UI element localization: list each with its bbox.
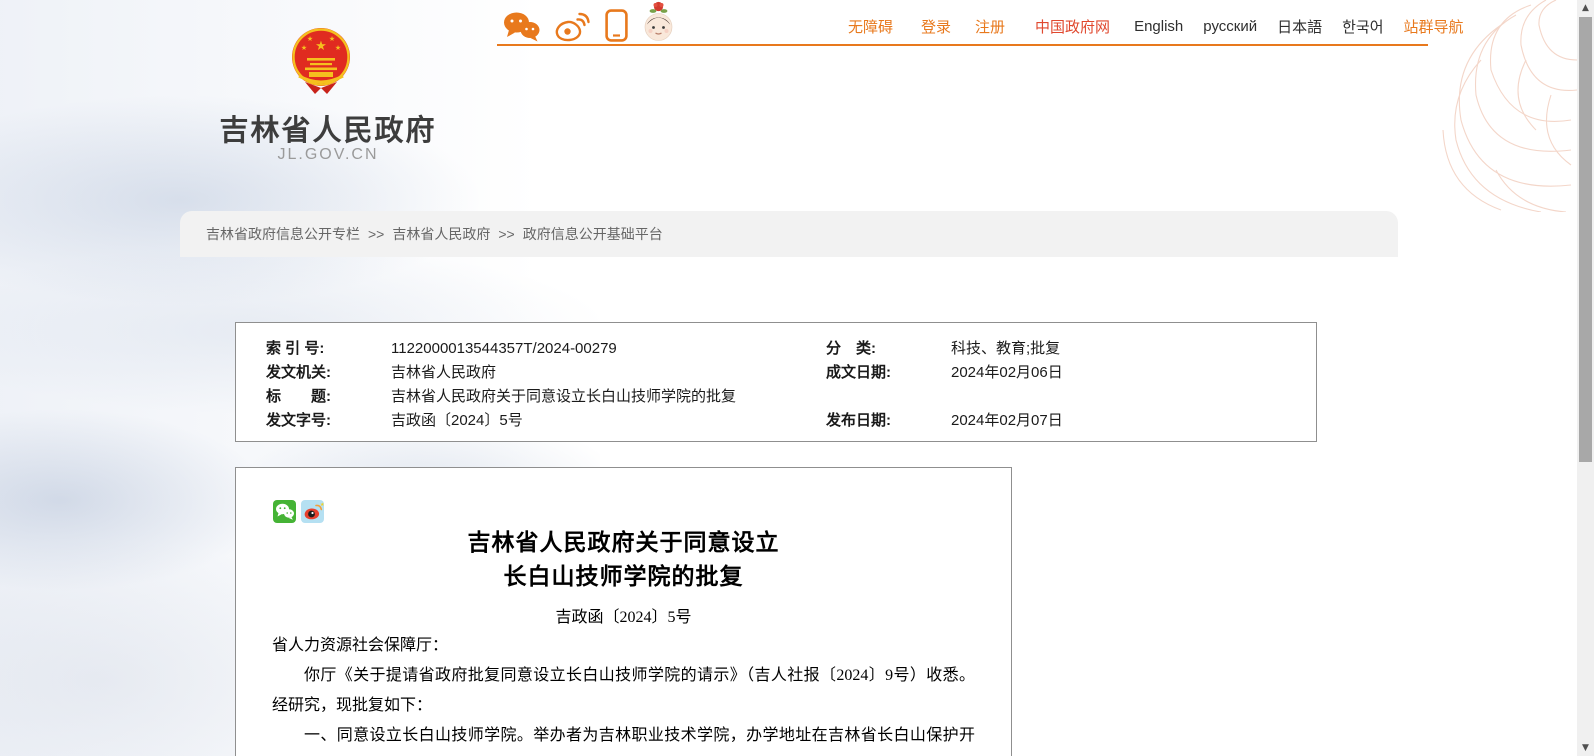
breadcrumb-separator: >> xyxy=(498,226,514,242)
nav-korean[interactable]: 한국어 xyxy=(1342,16,1383,37)
breadcrumb-item-government[interactable]: 吉林省人民政府 xyxy=(392,224,490,244)
svg-text:★: ★ xyxy=(315,38,327,53)
document-paragraph: 一、同意设立长白山技师学院。举办者为吉林职业技术学院，办学地址在吉林省长白山保护… xyxy=(272,721,975,756)
national-emblem-logo[interactable]: ★ ★ ★ ★ ★ xyxy=(289,26,353,98)
nav-russian[interactable]: русский xyxy=(1203,18,1257,35)
nav-japanese[interactable]: 日本語 xyxy=(1277,16,1322,37)
meta-docno-value: 吉政函〔2024〕5号 xyxy=(391,410,523,432)
document-content-box: ★ 吉林省人民政府关于同意设立 长白山技师学院的批复 吉政函〔2024〕5号 省… xyxy=(235,467,1012,756)
meta-agency-value: 吉林省人民政府 xyxy=(391,362,496,384)
nav-login[interactable]: 登录 xyxy=(921,16,951,37)
svg-text:★: ★ xyxy=(307,35,313,43)
svg-text:★: ★ xyxy=(329,35,335,43)
meta-title-value: 吉林省人民政府关于同意设立长白山技师学院的批复 xyxy=(391,386,736,408)
breadcrumb: 吉林省政府信息公开专栏 >> 吉林省人民政府 >> 政府信息公开基础平台 xyxy=(180,211,1398,257)
wechat-share-icon[interactable] xyxy=(273,500,296,523)
svg-text:★: ★ xyxy=(320,502,324,508)
document-paragraph: 省人力资源社会保障厅： xyxy=(272,631,975,661)
meta-title-label: 标 题: xyxy=(266,386,331,408)
meta-category-label: 分 类: xyxy=(826,338,876,360)
top-nav: 无障碍 登录 注册 中国政府网 English русский 日本語 한국어 … xyxy=(848,16,1408,37)
meta-publish-date-value: 2024年02月07日 xyxy=(951,410,1063,432)
scrollbar-up-arrow[interactable]: ▲ xyxy=(1577,1,1594,15)
meta-index-label: 索 引 号: xyxy=(266,338,324,360)
meta-written-date-label: 成文日期: xyxy=(826,362,891,384)
share-icons: ★ xyxy=(273,500,324,523)
site-domain: JL.GOV.CN xyxy=(208,146,448,164)
header-social-icons xyxy=(503,2,674,42)
nav-accessibility[interactable]: 无障碍 xyxy=(848,16,893,37)
nav-register[interactable]: 注册 xyxy=(975,16,1005,37)
document-paragraph: 你厅《关于提请省政府批复同意设立长白山技师学院的请示》（吉人社报〔2024〕9号… xyxy=(272,661,975,721)
nav-site-navigation[interactable]: 站群导航 xyxy=(1404,16,1464,37)
breadcrumb-item-opengov[interactable]: 吉林省政府信息公开专栏 xyxy=(206,224,360,244)
svg-text:★: ★ xyxy=(301,44,307,52)
weibo-icon[interactable] xyxy=(555,11,590,42)
scrollbar-down-arrow[interactable]: ▼ xyxy=(1577,741,1594,755)
document-body: 省人力资源社会保障厅： 你厅《关于提请省政府批复同意设立长白山技师学院的请示》（… xyxy=(272,631,975,756)
weibo-share-icon[interactable]: ★ xyxy=(301,500,324,523)
meta-index-value: 1122000013544357T/2024-00279 xyxy=(391,338,617,360)
nav-english[interactable]: English xyxy=(1134,18,1183,35)
document-number: 吉政函〔2024〕5号 xyxy=(236,603,1011,627)
header-rule xyxy=(497,44,1428,46)
meta-agency-label: 发文机关: xyxy=(266,362,331,384)
scrollbar-thumb[interactable] xyxy=(1579,17,1592,462)
document-title-line1: 吉林省人民政府关于同意设立 xyxy=(236,526,1011,560)
meta-publish-date-label: 发布日期: xyxy=(826,410,891,432)
mascot-icon[interactable] xyxy=(643,1,674,42)
vertical-scrollbar[interactable]: ▲ ▼ xyxy=(1577,0,1594,756)
meta-written-date-value: 2024年02月06日 xyxy=(951,362,1063,384)
mobile-icon[interactable] xyxy=(605,9,628,42)
svg-text:★: ★ xyxy=(335,44,341,52)
meta-category-value: 科技、教育;批复 xyxy=(951,338,1060,360)
document-metadata-box: 索 引 号: 1122000013544357T/2024-00279 分 类:… xyxy=(235,322,1317,442)
nav-govcn[interactable]: 中国政府网 xyxy=(1035,16,1110,37)
site-title: 吉林省人民政府 xyxy=(208,107,448,149)
breadcrumb-item-platform[interactable]: 政府信息公开基础平台 xyxy=(523,224,663,244)
wechat-icon[interactable] xyxy=(503,11,540,42)
meta-docno-label: 发文字号: xyxy=(266,410,331,432)
breadcrumb-separator: >> xyxy=(368,226,384,242)
document-title-line2: 长白山技师学院的批复 xyxy=(236,560,1011,594)
page: ★ ★ ★ ★ ★ 吉林省人民政府 JL.GOV.CN xyxy=(0,0,1594,756)
